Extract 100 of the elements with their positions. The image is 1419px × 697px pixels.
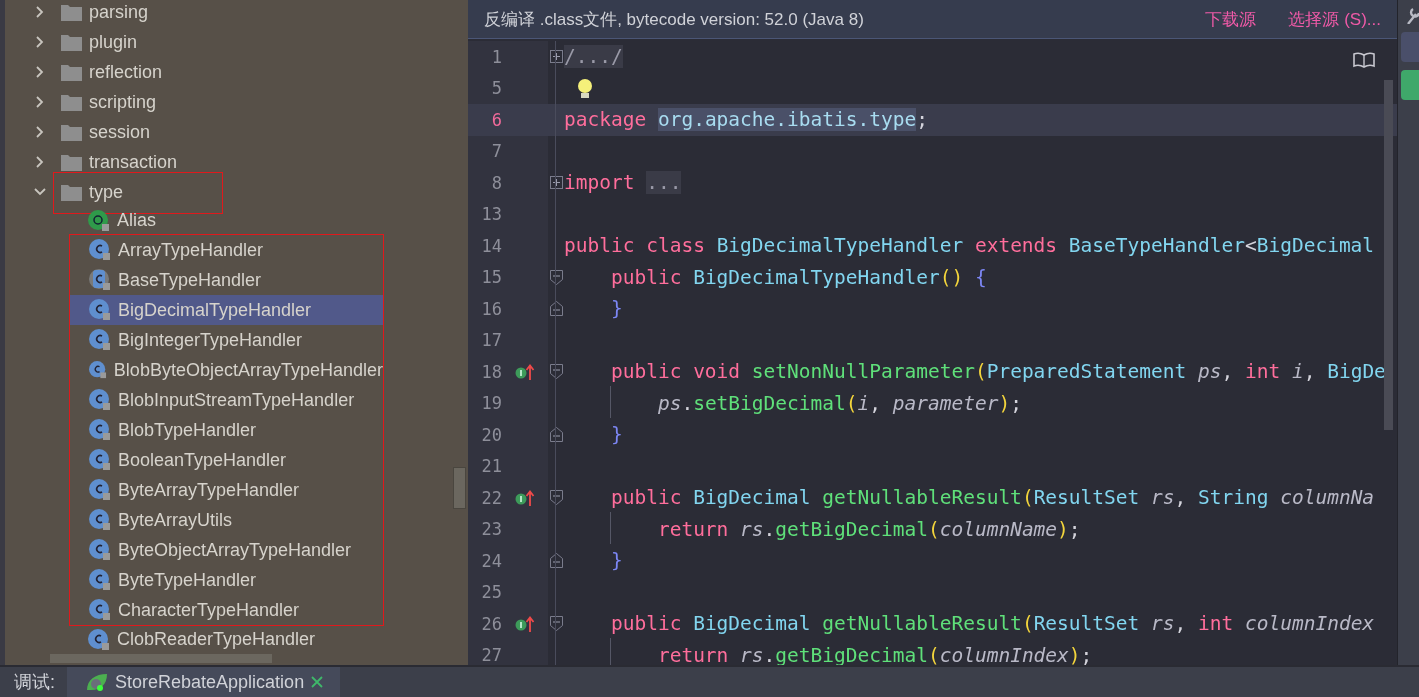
- tree-item[interactable]: BlobInputStreamTypeHandler: [70, 385, 383, 415]
- banner-link[interactable]: 选择源 (S)...: [1288, 7, 1381, 31]
- code-line: public class BigDecimalTypeHandler extends BaseTypeHandler<BigDecimal: [564, 234, 1375, 258]
- tree-item[interactable]: CharacterTypeHandler: [70, 595, 383, 625]
- class-icon: [89, 509, 111, 531]
- folder-icon: [61, 3, 82, 21]
- annotation-icon: [88, 209, 110, 232]
- code-line: return rs.getBigDecimal(columnName);: [657, 517, 1081, 541]
- tree-item[interactable]: BlobTypeHandler: [70, 415, 383, 445]
- close-icon[interactable]: [310, 675, 325, 689]
- tree-folder[interactable]: scripting: [5, 87, 468, 117]
- debug-label: 调试:: [13, 671, 56, 694]
- fold-collapse-icon[interactable]: [549, 616, 563, 632]
- scrollbar-thumb[interactable]: [1384, 80, 1393, 430]
- banner-text: 反编译 .class文件, bytecode version: 52.0 (Java 8): [484, 8, 865, 31]
- class-icon: [89, 239, 111, 261]
- class-icon: [89, 449, 111, 471]
- fold-expand-icon[interactable]: [549, 50, 563, 64]
- line-number: 21: [480, 456, 502, 477]
- tree-folder[interactable]: plugin: [5, 27, 468, 57]
- implements-icon[interactable]: [515, 488, 535, 507]
- class-icon: [89, 419, 111, 441]
- line-number: 25: [480, 582, 502, 603]
- line-number: 7: [490, 141, 502, 162]
- line-number: 19: [480, 393, 502, 414]
- leaf-icon: [85, 672, 109, 692]
- class-icon: [89, 539, 111, 561]
- class-icon: [88, 628, 110, 651]
- line-number: 13: [480, 204, 502, 225]
- line-number: 24: [480, 550, 502, 571]
- class-icon: [89, 569, 111, 591]
- banner-link[interactable]: 下载源: [1205, 7, 1257, 31]
- class-icon: [89, 599, 111, 621]
- class-icon: [89, 389, 111, 411]
- line-number: 6: [490, 109, 502, 130]
- tree-folder[interactable]: session: [5, 117, 468, 147]
- tree-item[interactable]: BigIntegerTypeHandler: [70, 325, 383, 355]
- folder-icon: [61, 93, 82, 111]
- lightbulb-icon[interactable]: [576, 78, 594, 100]
- class-icon: [89, 359, 107, 381]
- line-number: 22: [480, 487, 502, 508]
- tree-item[interactable]: ByteArrayUtils: [70, 505, 383, 535]
- implements-icon[interactable]: [515, 362, 535, 381]
- class-icon: [89, 299, 111, 321]
- tree-folder[interactable]: reflection: [5, 57, 468, 87]
- code-line: import ...: [564, 171, 682, 195]
- tree-item[interactable]: BaseTypeHandler: [70, 265, 383, 295]
- line-number: 18: [480, 361, 502, 382]
- tree-item[interactable]: ByteArrayTypeHandler: [70, 475, 383, 505]
- folder-icon: [61, 123, 82, 141]
- tree-folder[interactable]: type: [5, 177, 468, 207]
- run-tab[interactable]: StoreRebateApplication: [67, 667, 341, 697]
- code-line: }: [610, 297, 623, 321]
- line-number: 5: [490, 78, 502, 99]
- line-number: 1: [490, 46, 502, 67]
- code-line: public BigDecimal getNullableResult(ResultSet rs, String columnNa: [610, 486, 1375, 510]
- line-number: 23: [480, 519, 502, 540]
- wrench-icon[interactable]: [1405, 6, 1419, 24]
- folder-icon: [61, 183, 82, 201]
- line-number: 17: [480, 330, 502, 351]
- line-number: 16: [480, 298, 502, 319]
- line-number: 14: [480, 235, 502, 256]
- folder-icon: [61, 33, 82, 51]
- tree-folder[interactable]: parsing: [5, 0, 468, 27]
- tree-item[interactable]: ByteTypeHandler: [70, 565, 383, 595]
- folder-icon: [61, 153, 82, 171]
- tree-folder[interactable]: transaction: [5, 147, 468, 177]
- fold-end-icon[interactable]: [549, 301, 563, 317]
- code-line: ps.setBigDecimal(i, parameter);: [657, 391, 1022, 415]
- abstract-class-icon: [89, 269, 111, 291]
- tree-item[interactable]: ByteObjectArrayTypeHandler: [70, 535, 383, 565]
- implements-icon[interactable]: [515, 614, 535, 633]
- tree-item[interactable]: BooleanTypeHandler: [70, 445, 383, 475]
- tree-item[interactable]: Alias: [5, 207, 468, 234]
- code-line: public BigDecimal getNullableResult(ResultSet rs, int columnIndex: [610, 612, 1375, 636]
- tree-item[interactable]: ClobReaderTypeHandler: [5, 626, 468, 653]
- line-number: 26: [480, 613, 502, 634]
- class-icon: [89, 479, 111, 501]
- fold-collapse-icon[interactable]: [549, 364, 563, 380]
- code-line: public BigDecimalTypeHandler() {: [610, 265, 987, 289]
- tree-item[interactable]: BigDecimalTypeHandler: [70, 295, 383, 325]
- reader-mode-icon[interactable]: [1353, 52, 1375, 68]
- fold-expand-icon[interactable]: [549, 176, 563, 190]
- line-number: 8: [490, 172, 502, 193]
- tab-label: StoreRebateApplication: [115, 671, 305, 693]
- scrollbar-thumb[interactable]: [453, 467, 466, 509]
- code-line: }: [610, 423, 623, 447]
- fold-end-icon[interactable]: [549, 553, 563, 569]
- fold-collapse-icon[interactable]: [549, 490, 563, 506]
- tree-item[interactable]: ArrayTypeHandler: [70, 235, 383, 265]
- code-line: public void setNonNullParameter(PreparedStatement ps, int i, BigDe: [610, 360, 1386, 384]
- fold-collapse-icon[interactable]: [549, 269, 563, 285]
- fold-end-icon[interactable]: [549, 427, 563, 443]
- line-number: 27: [480, 645, 502, 665]
- line-number: 15: [480, 267, 502, 288]
- folder-icon: [61, 63, 82, 81]
- line-number: 20: [480, 424, 502, 445]
- code-line: }: [610, 549, 623, 573]
- class-icon: [89, 329, 111, 351]
- tree-item[interactable]: BlobByteObjectArrayTypeHandler: [70, 355, 383, 385]
